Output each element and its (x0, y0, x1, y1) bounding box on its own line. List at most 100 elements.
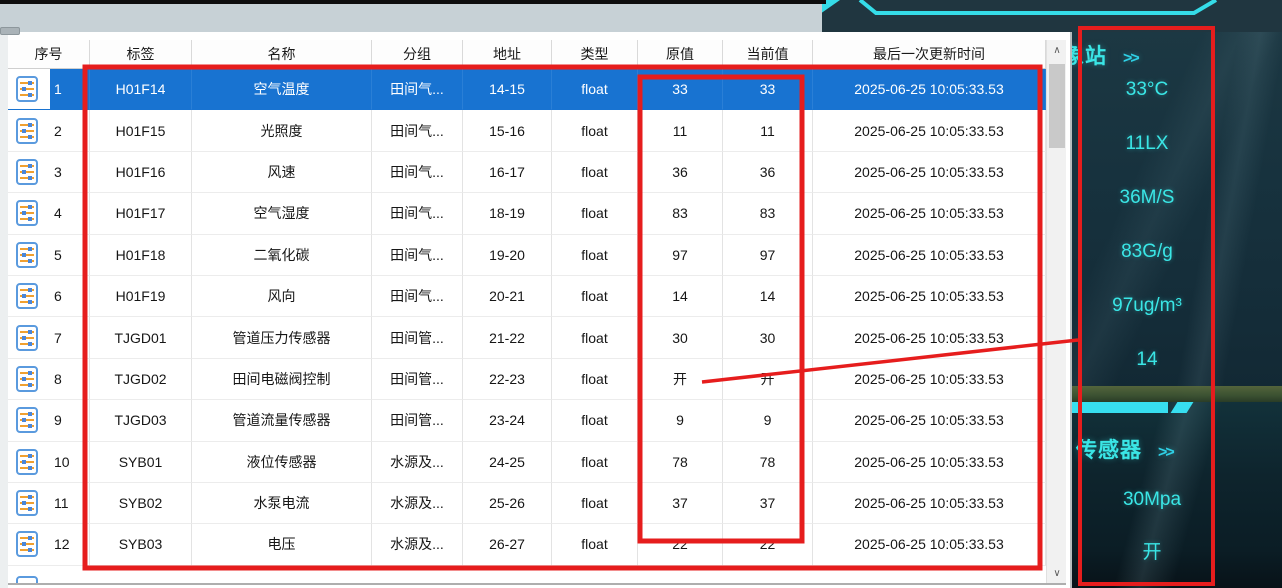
cell-tag: H01F18 (90, 235, 192, 276)
tag-item-icon (14, 158, 40, 186)
cell-address: 15-16 (463, 110, 552, 151)
table-row[interactable]: 1 H01F14 空气温度 田间气... 14-15 float 33 33 2… (8, 69, 1046, 110)
dashboard-value: 97ug/m³ (1112, 292, 1182, 319)
cell-original-value: 33 (638, 69, 723, 110)
cell-group: 田间管... (372, 400, 463, 441)
tag-table-window: 序号标签名称分组地址类型原值当前值最后一次更新时间 1 H01F14 空气温度 … (8, 32, 1072, 588)
cell-tag: SYB02 (90, 483, 192, 524)
row-number: 5 (50, 235, 89, 275)
cell-group: 水源及... (372, 483, 463, 524)
cell-tag: H01F19 (90, 276, 192, 317)
dashboard-value: 开 (1142, 539, 1161, 566)
cell-last-update-time: 2025-06-25 10:05:33.53 (813, 235, 1046, 276)
cell-last-update-time: 2025-06-25 10:05:33.53 (813, 152, 1046, 193)
scrollbar-thumb[interactable] (1049, 64, 1065, 148)
column-header[interactable]: 最后一次更新时间 (813, 40, 1046, 68)
cell-no: 2 (8, 110, 90, 151)
cell-no: 3 (8, 152, 90, 193)
scroll-up-button[interactable]: ∧ (1047, 40, 1067, 60)
cell-no: 4 (8, 193, 90, 234)
cell-original-value: 14 (638, 276, 723, 317)
cell-no: 8 (8, 359, 90, 400)
sensor-section-title[interactable]: 传感器>> (1076, 434, 1173, 464)
cell-current-value: 97 (723, 235, 813, 276)
table-row[interactable]: 12 SYB03 电压 水源及... 26-27 float 22 22 202… (8, 524, 1046, 565)
column-header[interactable]: 名称 (192, 40, 372, 68)
table-row[interactable]: 7 TJGD01 管道压力传感器 田间管... 21-22 float 30 3… (8, 317, 1046, 358)
column-header[interactable]: 类型 (552, 40, 638, 68)
scroll-down-button[interactable]: ∨ (1047, 563, 1067, 583)
cell-no: 12 (8, 524, 90, 565)
cell-type: float (552, 110, 638, 151)
cell-group: 田间气... (372, 152, 463, 193)
cell-name: 光照度 (192, 110, 372, 151)
cell-original-value: 78 (638, 442, 723, 483)
row-number: 10 (50, 442, 89, 482)
cell-name: 液位传感器 (192, 442, 372, 483)
table-row[interactable]: 4 H01F17 空气湿度 田间气... 18-19 float 83 83 2… (8, 193, 1046, 234)
cell-last-update-time: 2025-06-25 10:05:33.53 (813, 276, 1046, 317)
cell-last-update-time: 2025-06-25 10:05:33.53 (813, 69, 1046, 110)
cell-group: 田间气... (372, 110, 463, 151)
cell-last-update-time: 2025-06-25 10:05:33.53 (813, 359, 1046, 400)
cell-no: 7 (8, 317, 90, 358)
cell-current-value: 22 (723, 524, 813, 565)
cell-no: 10 (8, 442, 90, 483)
cell-original-value: 开 (638, 359, 723, 400)
table-row[interactable]: 11 SYB02 水泵电流 水源及... 25-26 float 37 37 2… (8, 483, 1046, 524)
tag-item-icon (14, 448, 40, 476)
row-number: 12 (50, 524, 89, 564)
sensor-title-label: 传感器 (1076, 439, 1142, 462)
cell-address: 16-17 (463, 152, 552, 193)
table-row-partial[interactable] (8, 566, 1046, 583)
dashboard-value: 14 (1136, 346, 1157, 373)
cell-last-update-time: 2025-06-25 10:05:33.53 (813, 442, 1046, 483)
column-header[interactable]: 地址 (463, 40, 552, 68)
table-body: 1 H01F14 空气温度 田间气... 14-15 float 33 33 2… (8, 69, 1046, 566)
dashboard-top-band (818, 0, 1282, 32)
column-header[interactable]: 分组 (372, 40, 463, 68)
table-row[interactable]: 6 H01F19 风向 田间气... 20-21 float 14 14 202… (8, 276, 1046, 317)
cell-current-value: 9 (723, 400, 813, 441)
column-header[interactable]: 标签 (90, 40, 192, 68)
table-row[interactable]: 5 H01F18 二氧化碳 田间气... 19-20 float 97 97 2… (8, 235, 1046, 276)
vertical-scrollbar[interactable]: ∧ ∨ (1046, 40, 1066, 583)
table-row[interactable]: 10 SYB01 液位传感器 水源及... 24-25 float 78 78 … (8, 442, 1046, 483)
dashboard-value: 83G/g (1121, 238, 1173, 265)
column-header[interactable]: 原值 (638, 40, 723, 68)
row-number: 4 (50, 193, 89, 233)
cell-last-update-time: 2025-06-25 10:05:33.53 (813, 193, 1046, 234)
cell-tag: TJGD03 (90, 400, 192, 441)
column-header[interactable]: 序号 (8, 40, 90, 68)
cell-original-value: 97 (638, 235, 723, 276)
tag-item-icon (14, 324, 40, 352)
cell-address: 14-15 (463, 69, 552, 110)
table-row[interactable]: 3 H01F16 风速 田间气... 16-17 float 36 36 202… (8, 152, 1046, 193)
cell-last-update-time: 2025-06-25 10:05:33.53 (813, 400, 1046, 441)
cell-original-value: 9 (638, 400, 723, 441)
cell-current-value: 30 (723, 317, 813, 358)
table-row[interactable]: 2 H01F15 光照度 田间气... 15-16 float 11 11 20… (8, 110, 1046, 151)
left-gutter (0, 32, 8, 588)
cell-name: 管道压力传感器 (192, 317, 372, 358)
table-row[interactable]: 9 TJGD03 管道流量传感器 田间管... 23-24 float 9 9 … (8, 400, 1046, 441)
column-header[interactable]: 当前值 (723, 40, 813, 68)
tag-item-icon (14, 406, 40, 434)
cell-current-value: 11 (723, 110, 813, 151)
cell-address: 22-23 (463, 359, 552, 400)
dashboard-panel: 象站>> 33°C11LX36M/S83G/g97ug/m³14 传感器>> 3… (1072, 0, 1282, 588)
dashboard-frame-line (818, 0, 1282, 32)
tag-item-icon (14, 282, 40, 310)
cell-tag: H01F14 (90, 69, 192, 110)
table-row[interactable]: 8 TJGD02 田间电磁阀控制 田间管... 22-23 float 开 开 … (8, 359, 1046, 400)
splitter-handle[interactable] (0, 27, 20, 35)
section-divider-bar (1072, 402, 1168, 413)
tag-item-icon (14, 241, 40, 269)
cell-group: 田间管... (372, 359, 463, 400)
cell-type: float (552, 193, 638, 234)
cell-address: 19-20 (463, 235, 552, 276)
cell-address: 18-19 (463, 193, 552, 234)
cell-address: 23-24 (463, 400, 552, 441)
station-section-title[interactable]: 象站>> (1072, 40, 1138, 70)
cell-current-value: 37 (723, 483, 813, 524)
